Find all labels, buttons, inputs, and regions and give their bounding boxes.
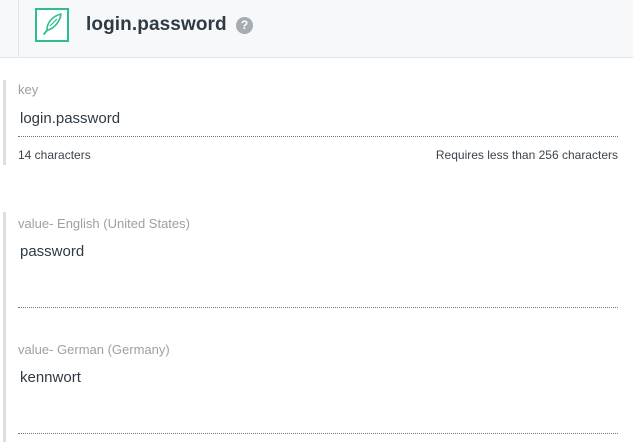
value-input-en-us-underline <box>18 307 618 308</box>
key-field-indicator <box>3 80 6 165</box>
key-length-limit: Requires less than 256 characters <box>435 148 618 162</box>
value-input-de-de-underline <box>18 433 618 434</box>
page: login.password ? key 14 characters Requi… <box>0 0 633 447</box>
feather-icon <box>35 8 69 42</box>
value-input-de-de[interactable] <box>20 369 580 386</box>
key-label: key <box>18 82 39 97</box>
value-input-en-us[interactable] <box>20 243 580 260</box>
header-bar: login.password ? <box>0 0 633 58</box>
value-label-en-us: value- English (United States) <box>18 216 190 231</box>
header-divider <box>18 0 19 58</box>
question-circle-icon[interactable]: ? <box>236 17 253 34</box>
key-char-count: 14 characters <box>18 148 91 162</box>
key-input[interactable] <box>20 110 580 127</box>
values-indicator <box>3 212 6 442</box>
key-input-underline <box>18 136 618 137</box>
value-label-de-de: value- German (Germany) <box>18 342 170 357</box>
page-title: login.password <box>86 14 227 35</box>
